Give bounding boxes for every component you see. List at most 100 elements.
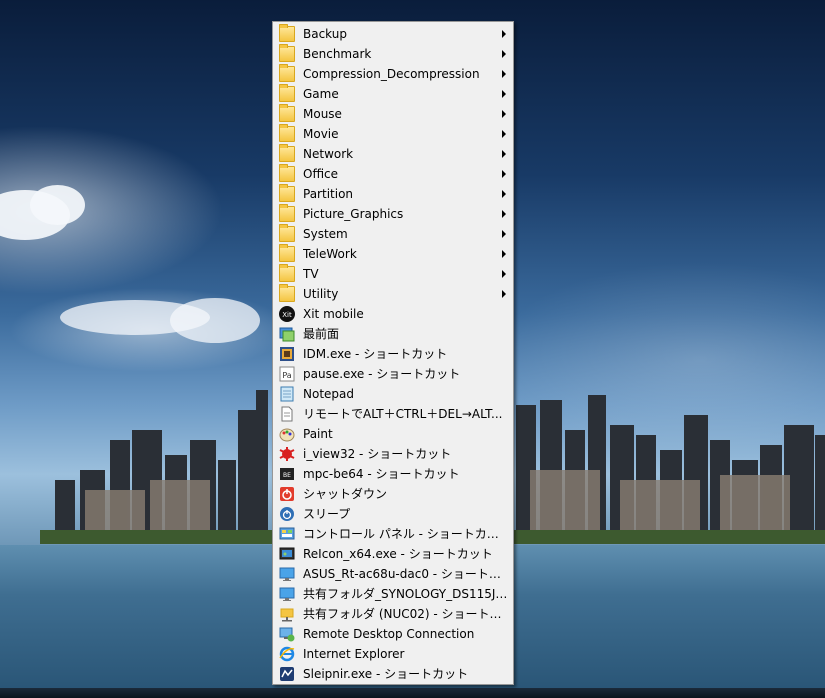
pause-icon: Pa (279, 366, 295, 382)
menu-item[interactable]: Office (273, 164, 513, 184)
submenu-arrow-icon (502, 210, 506, 218)
cloud (170, 298, 260, 343)
folder-icon (279, 164, 295, 182)
menu-item[interactable]: Paint (273, 424, 513, 444)
submenu-arrow-icon (502, 250, 506, 258)
menu-item-label: mpc-be64 - ショートカット (303, 467, 460, 481)
menu-item[interactable]: Game (273, 84, 513, 104)
menu-item-label: TV (303, 267, 319, 281)
menu-item-label: Movie (303, 127, 339, 141)
menu-item-label: ReIcon_x64.exe - ショートカット (303, 547, 493, 561)
menu-item[interactable]: BE mpc-be64 - ショートカット (273, 464, 513, 484)
submenu-arrow-icon (502, 50, 506, 58)
paint-icon (279, 426, 295, 442)
menu-item-label: Backup (303, 27, 347, 41)
submenu-arrow-icon (502, 110, 506, 118)
menu-item-label: TeleWork (303, 247, 357, 261)
menu-item[interactable]: Sleipnir.exe - ショートカット (273, 664, 513, 684)
menu-item-label: IDM.exe - ショートカット (303, 347, 448, 361)
folder-icon (279, 84, 295, 102)
menu-item[interactable]: Xit Xit mobile (273, 304, 513, 324)
menu-item-label: コントロール パネル - ショートカット (303, 527, 509, 541)
topmost-icon (279, 326, 295, 342)
folder-icon (279, 264, 295, 282)
menu-item[interactable]: 共有フォルダ (NUC02) - ショートカット (273, 604, 513, 624)
submenu-arrow-icon (502, 30, 506, 38)
submenu-arrow-icon (502, 230, 506, 238)
menu-item[interactable]: ReIcon_x64.exe - ショートカット (273, 544, 513, 564)
submenu-arrow-icon (502, 150, 506, 158)
menu-item-label: 共有フォルダ_SYNOLOGY_DS115J ... (303, 587, 509, 601)
menu-item[interactable]: System (273, 224, 513, 244)
menu-item[interactable]: Movie (273, 124, 513, 144)
menu-item-label: Compression_Decompression (303, 67, 480, 81)
menu-item[interactable]: TV (273, 264, 513, 284)
folder-icon (279, 64, 295, 82)
svg-text:BE: BE (283, 472, 291, 479)
monitor-icon (279, 586, 295, 602)
idm-icon (279, 346, 295, 362)
menu-item-label: リモートでALT＋CTRL＋DEL→ALT... (303, 407, 503, 421)
document-icon (279, 406, 295, 422)
svg-text:Pa: Pa (282, 371, 291, 380)
folder-icon (279, 104, 295, 122)
shutdown-icon (279, 486, 295, 502)
menu-item[interactable]: Mouse (273, 104, 513, 124)
menu-item-label: System (303, 227, 348, 241)
menu-item-label: Internet Explorer (303, 647, 405, 661)
reicon-icon (279, 546, 295, 562)
menu-item[interactable]: Benchmark (273, 44, 513, 64)
taskbar[interactable] (0, 688, 825, 698)
mpc-icon: BE (279, 466, 295, 482)
menu-item[interactable]: Internet Explorer (273, 644, 513, 664)
menu-item[interactable]: スリープ (273, 504, 513, 524)
context-menu: Backup Benchmark Compression_Decompression… (272, 21, 514, 685)
menu-item[interactable]: i_view32 - ショートカット (273, 444, 513, 464)
menu-item[interactable]: Pa pause.exe - ショートカット (273, 364, 513, 384)
menu-item-label: Sleipnir.exe - ショートカット (303, 667, 469, 681)
menu-item-label: Benchmark (303, 47, 372, 61)
folder-icon (279, 284, 295, 302)
menu-item-label: Office (303, 167, 339, 181)
monitor-icon (279, 566, 295, 582)
notepad-icon (279, 386, 295, 402)
menu-item[interactable]: ASUS_Rt-ac68u-dac0 - ショートカット (273, 564, 513, 584)
folder-icon (279, 204, 295, 222)
submenu-arrow-icon (502, 70, 506, 78)
menu-item-label: Notepad (303, 387, 354, 401)
menu-item[interactable]: 共有フォルダ_SYNOLOGY_DS115J ... (273, 584, 513, 604)
submenu-arrow-icon (502, 130, 506, 138)
menu-item-label: Utility (303, 287, 339, 301)
menu-item[interactable]: Network (273, 144, 513, 164)
menu-item[interactable]: 最前面 (273, 324, 513, 344)
menu-item-label: スリープ (303, 507, 351, 521)
menu-item[interactable]: Picture_Graphics (273, 204, 513, 224)
menu-item[interactable]: Backup (273, 24, 513, 44)
menu-item[interactable]: TeleWork (273, 244, 513, 264)
menu-item[interactable]: Utility (273, 284, 513, 304)
folder-icon (279, 144, 295, 162)
remote-desktop-icon (279, 626, 295, 642)
menu-item-label: Network (303, 147, 354, 161)
menu-item-label: 共有フォルダ (NUC02) - ショートカット (303, 607, 509, 621)
svg-text:Xit: Xit (282, 311, 292, 319)
folder-icon (279, 24, 295, 42)
menu-item[interactable]: リモートでALT＋CTRL＋DEL→ALT... (273, 404, 513, 424)
submenu-arrow-icon (502, 90, 506, 98)
folder-icon (279, 224, 295, 242)
control-panel-icon (279, 526, 295, 542)
menu-item[interactable]: IDM.exe - ショートカット (273, 344, 513, 364)
irfanview-icon (279, 446, 295, 462)
menu-item-label: シャットダウン (303, 487, 388, 501)
sleep-icon (279, 506, 295, 522)
menu-item[interactable]: Partition (273, 184, 513, 204)
menu-item-label: Xit mobile (303, 307, 364, 321)
menu-item[interactable]: Remote Desktop Connection (273, 624, 513, 644)
menu-item[interactable]: Compression_Decompression (273, 64, 513, 84)
menu-item[interactable]: シャットダウン (273, 484, 513, 504)
menu-item[interactable]: Notepad (273, 384, 513, 404)
menu-item[interactable]: コントロール パネル - ショートカット (273, 524, 513, 544)
menu-item-label: Game (303, 87, 339, 101)
sleipnir-icon (279, 666, 295, 682)
ie-icon (279, 646, 295, 662)
